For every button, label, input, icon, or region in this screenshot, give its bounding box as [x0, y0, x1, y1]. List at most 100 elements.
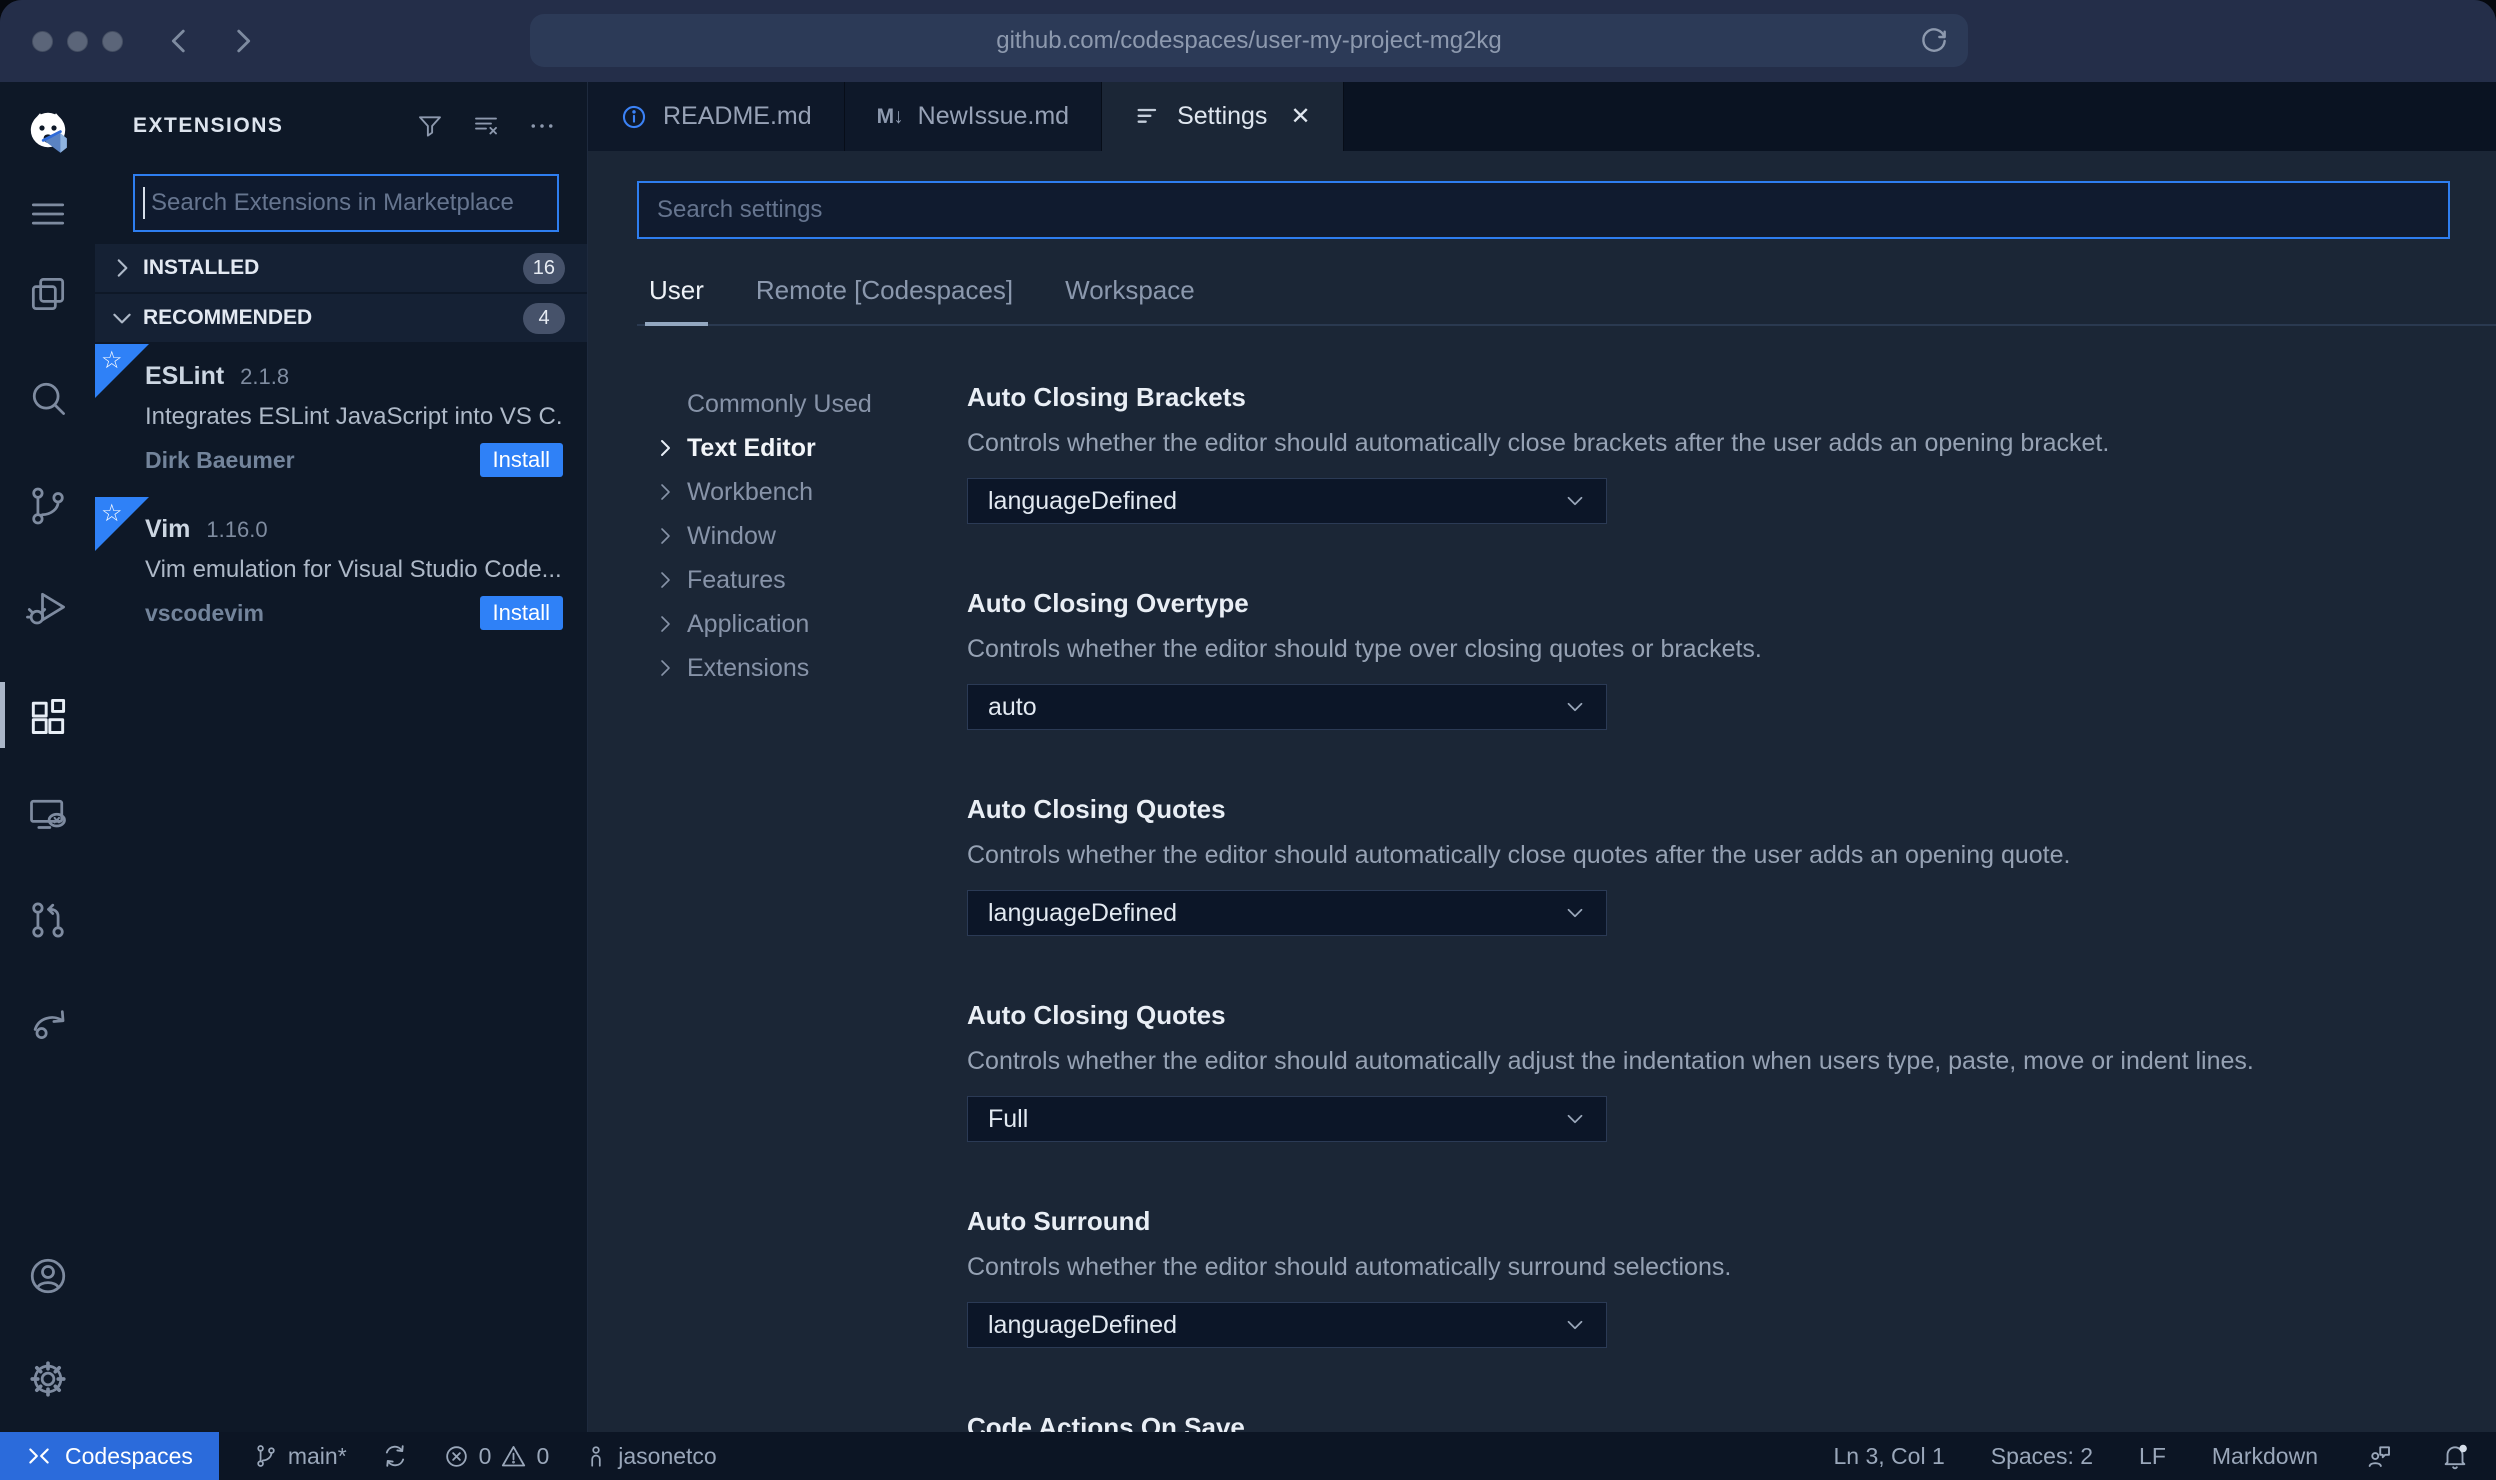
- language-mode[interactable]: Markdown: [2212, 1443, 2318, 1470]
- extension-version: 1.16.0: [206, 517, 268, 542]
- chevron-down-icon: [1567, 1114, 1583, 1124]
- dropdown-value: auto: [988, 692, 1037, 721]
- errors-icon: [445, 1445, 467, 1467]
- chevron-right-icon: [661, 572, 670, 588]
- live-share-icon[interactable]: [24, 999, 72, 1047]
- install-button[interactable]: Install: [479, 443, 563, 477]
- setting-dropdown[interactable]: Full: [967, 1096, 1607, 1142]
- toc-extensions[interactable]: Extensions: [653, 646, 967, 690]
- problems-status[interactable]: 0 0: [443, 1442, 549, 1470]
- scope-tab-remote[interactable]: Remote [Codespaces]: [756, 275, 1013, 324]
- branch-icon: [257, 1445, 275, 1467]
- extensions-search-input[interactable]: [145, 189, 557, 217]
- scope-tab-workspace[interactable]: Workspace: [1065, 275, 1195, 324]
- indentation[interactable]: Spaces: 2: [1991, 1443, 2093, 1470]
- feedback-icon[interactable]: [2364, 1441, 2394, 1471]
- person-icon: [591, 1446, 601, 1467]
- extension-name: ESLint: [145, 362, 225, 390]
- extension-list-item[interactable]: ☆ Vim 1.16.0 Vim emulation for Visual St…: [95, 497, 587, 650]
- source-control-icon[interactable]: [24, 482, 72, 530]
- chevron-right-icon: [661, 440, 670, 456]
- toc-label: Features: [687, 565, 786, 594]
- extensions-icon[interactable]: [24, 692, 72, 740]
- menu-icon[interactable]: [24, 190, 72, 238]
- browser-chrome: github.com/codespaces/user-my-project-mg…: [0, 0, 2496, 82]
- close-window-button[interactable]: [32, 31, 53, 52]
- settings-gear-icon[interactable]: [24, 1355, 72, 1403]
- search-icon[interactable]: [24, 374, 72, 422]
- toc-workbench[interactable]: Workbench: [653, 470, 967, 514]
- tab-label: NewIssue.md: [917, 102, 1070, 130]
- toc-window[interactable]: Window: [653, 514, 967, 558]
- browser-window: github.com/codespaces/user-my-project-mg…: [0, 0, 2496, 1480]
- setting-description: Controls whether the editor should autom…: [967, 429, 2110, 457]
- url-bar[interactable]: github.com/codespaces/user-my-project-mg…: [530, 14, 1968, 67]
- maximize-window-button[interactable]: [102, 31, 123, 52]
- errors-count: 0: [478, 1442, 492, 1469]
- branch-name: main*: [287, 1442, 347, 1469]
- section-label: INSTALLED: [143, 256, 260, 279]
- setting-auto-closing-quotes-2: Auto Closing Quotes Controls whether the…: [967, 1000, 2496, 1142]
- tab-readme[interactable]: README.md: [588, 82, 845, 151]
- toc-commonly-used[interactable]: Commonly Used: [653, 382, 967, 426]
- setting-title: Code Actions On Save: [967, 1412, 1245, 1432]
- back-button[interactable]: [158, 20, 200, 62]
- toc-application[interactable]: Application: [653, 602, 967, 646]
- filter-icon[interactable]: [415, 111, 445, 141]
- clear-list-icon[interactable]: [471, 111, 501, 141]
- setting-title: Auto Closing Quotes: [967, 1000, 1226, 1030]
- chevron-down-icon: [1567, 496, 1583, 506]
- extension-name: Vim: [145, 515, 191, 543]
- github-codespaces-logo-icon: [24, 108, 72, 156]
- notifications-bell-icon[interactable]: [2440, 1441, 2470, 1471]
- extension-list-item[interactable]: ☆ ESLint 2.1.8 Integrates ESLint JavaScr…: [95, 344, 587, 497]
- setting-title: Auto Closing Brackets: [967, 382, 1246, 412]
- branch-status[interactable]: main*: [253, 1443, 347, 1470]
- refresh-icon[interactable]: [1918, 25, 1950, 57]
- toc-label: Extensions: [687, 653, 810, 682]
- pull-request-icon[interactable]: [24, 896, 72, 944]
- scope-tab-user[interactable]: User: [645, 275, 708, 326]
- settings-page: User Remote [Codespaces] Workspace Commo…: [588, 151, 2496, 1432]
- user-status[interactable]: jasonetco: [583, 1443, 717, 1470]
- remote-indicator-icon: [29, 1448, 49, 1464]
- section-recommended[interactable]: RECOMMENDED 4: [95, 294, 587, 342]
- codespaces-status-button[interactable]: Codespaces: [0, 1432, 219, 1480]
- setting-dropdown[interactable]: auto: [967, 684, 1607, 730]
- more-actions-icon[interactable]: [527, 111, 557, 141]
- chevron-right-icon: [661, 616, 670, 632]
- install-button[interactable]: Install: [479, 596, 563, 630]
- explorer-icon[interactable]: [24, 270, 72, 318]
- remote-explorer-icon[interactable]: [24, 791, 72, 839]
- section-installed[interactable]: INSTALLED 16: [95, 244, 587, 292]
- window-controls: [32, 31, 123, 52]
- settings-search-input[interactable]: [651, 196, 2448, 224]
- warnings-icon: [502, 1445, 526, 1466]
- close-tab-icon[interactable]: ✕: [1290, 102, 1310, 131]
- cursor-position[interactable]: Ln 3, Col 1: [1834, 1443, 1945, 1470]
- run-debug-icon[interactable]: [24, 584, 72, 632]
- section-count-badge: 4: [523, 302, 565, 334]
- dropdown-value: languageDefined: [988, 1310, 1178, 1339]
- minimize-window-button[interactable]: [67, 31, 88, 52]
- active-view-indicator: [0, 682, 5, 748]
- setting-dropdown[interactable]: languageDefined: [967, 890, 1607, 936]
- toc-label: Workbench: [687, 477, 813, 506]
- settings-scope-tabs: User Remote [Codespaces] Workspace: [637, 275, 2496, 326]
- dropdown-value: Full: [988, 1104, 1029, 1133]
- tab-settings[interactable]: Settings ✕: [1102, 82, 1344, 151]
- toc-text-editor[interactable]: Text Editor: [653, 426, 967, 470]
- codespaces-label: Codespaces: [65, 1442, 193, 1469]
- chevron-down-icon: [1567, 702, 1583, 712]
- forward-button[interactable]: [222, 20, 264, 62]
- setting-dropdown[interactable]: languageDefined: [967, 478, 1607, 524]
- eol-type[interactable]: LF: [2139, 1443, 2166, 1470]
- tab-newissue[interactable]: M↓ NewIssue.md: [844, 82, 1103, 151]
- setting-dropdown[interactable]: languageDefined: [967, 1302, 1607, 1348]
- sync-status[interactable]: [381, 1442, 409, 1470]
- account-icon[interactable]: [24, 1252, 72, 1300]
- toc-label: Commonly Used: [687, 389, 872, 418]
- toc-features[interactable]: Features: [653, 558, 967, 602]
- section-label: RECOMMENDED: [143, 306, 313, 329]
- extension-version: 2.1.8: [240, 364, 290, 389]
